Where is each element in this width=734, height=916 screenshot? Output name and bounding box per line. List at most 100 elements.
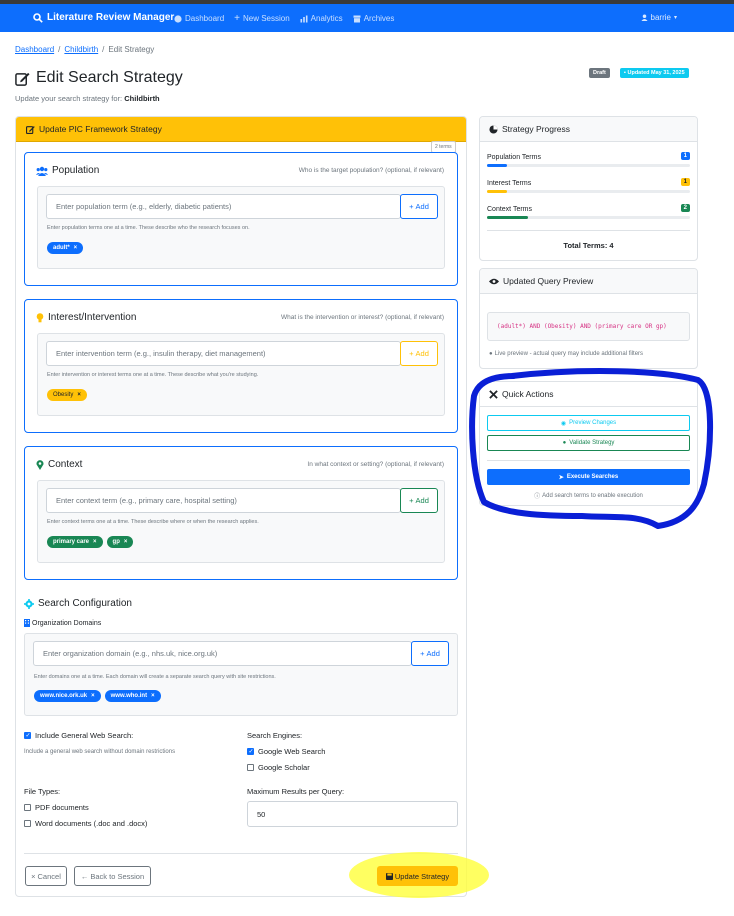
preview-changes-label: Preview Changes xyxy=(569,420,617,426)
preview-changes-button[interactable]: ◉ Preview Changes xyxy=(487,415,690,431)
term-chip: Obesity × xyxy=(47,389,87,401)
gear-icon xyxy=(24,598,34,609)
user-name: barrie xyxy=(650,13,671,22)
add-domain-button[interactable]: + Add xyxy=(411,641,449,666)
plus-icon: + xyxy=(234,13,240,24)
term-chip-label: adult* xyxy=(53,245,70,251)
validate-strategy-button[interactable]: ● Validate Strategy xyxy=(487,435,690,451)
checkbox-unchecked[interactable] xyxy=(24,804,31,811)
nav-archives[interactable]: Archives xyxy=(353,13,394,24)
file-types-label: File Types: xyxy=(24,787,61,796)
quick-actions-divider xyxy=(487,460,690,461)
org-domain-help: Enter domains one at a time. Each domain… xyxy=(34,674,276,680)
term-chip: gp × xyxy=(106,536,134,548)
brand-label: Literature Review Manager xyxy=(47,12,175,23)
eye-icon: ◉ xyxy=(560,420,567,427)
add-context-button[interactable]: + Add xyxy=(400,488,438,513)
general-web-checkbox[interactable]: Include General Web Search: xyxy=(24,731,133,740)
progress-track xyxy=(487,216,690,219)
engine-google-scholar[interactable]: Google Scholar xyxy=(247,763,310,772)
term-chip-label: Obesity xyxy=(53,392,74,398)
cancel-label: Cancel xyxy=(37,871,61,881)
population-hint: Who is the target population? (optional,… xyxy=(298,167,444,174)
checkbox-unchecked[interactable] xyxy=(24,820,31,827)
progress-divider xyxy=(487,230,690,231)
close-icon: × xyxy=(31,871,36,881)
subtitle-topic: Childbirth xyxy=(124,94,160,103)
progress-header: Strategy Progress xyxy=(480,117,697,142)
remove-icon[interactable]: × xyxy=(77,392,81,398)
eye-icon xyxy=(489,278,499,284)
execute-searches-button[interactable]: ➤ Execute Searches xyxy=(487,469,690,485)
interest-hint: What is the intervention or interest? (o… xyxy=(281,314,444,321)
remove-icon[interactable]: × xyxy=(93,539,97,545)
nav-new-session-label: New Session xyxy=(242,14,290,23)
progress-context: Context Terms 2 xyxy=(487,204,690,219)
nav-analytics[interactable]: Analytics xyxy=(300,13,343,24)
user-menu[interactable]: barrie ▾ xyxy=(640,13,677,22)
page-title-text: Edit Search Strategy xyxy=(36,69,183,86)
lightbulb-icon xyxy=(36,312,44,322)
breadcrumb-childbirth[interactable]: Childbirth xyxy=(64,45,98,54)
max-results-input[interactable]: 50 xyxy=(247,801,458,827)
engine-google-web[interactable]: Google Web Search xyxy=(247,747,325,756)
update-strategy-button[interactable]: Update Strategy xyxy=(377,866,458,886)
add-population-button[interactable]: + Add xyxy=(400,194,438,219)
org-domains-label-text: Organization Domains xyxy=(32,619,102,627)
general-web-help: Include a general web search without dom… xyxy=(24,749,176,755)
back-to-session-button[interactable]: ← Back to Session xyxy=(74,866,151,886)
progress-count-badge: 1 xyxy=(680,152,690,160)
interest-input[interactable]: Enter intervention term (e.g., insulin t… xyxy=(46,341,401,366)
quick-actions-header: Quick Actions xyxy=(480,382,697,407)
term-chip: primary care × xyxy=(47,536,103,548)
chevron-down-icon: ▾ xyxy=(673,15,677,21)
org-domain-input[interactable]: Enter organization domain (e.g., nhs.uk,… xyxy=(33,641,412,666)
query-note-text: Live preview - actual query may include … xyxy=(494,351,644,357)
nav-dashboard[interactable]: Dashboard xyxy=(174,13,224,24)
progress-label: Population Terms xyxy=(487,154,541,161)
calendar-icon: ▪ xyxy=(624,70,626,76)
save-icon xyxy=(385,872,393,880)
progress-fill xyxy=(487,190,508,193)
cancel-button[interactable]: × Cancel xyxy=(25,866,67,886)
validate-strategy-label: Validate Strategy xyxy=(569,440,615,446)
execute-note-text: Add search terms to enable execution xyxy=(542,492,643,499)
nav-new-session[interactable]: + New Session xyxy=(234,13,290,24)
breadcrumb-dashboard[interactable]: Dashboard xyxy=(15,45,54,54)
progress-count-badge: 1 xyxy=(680,178,690,186)
edit-icon xyxy=(26,125,35,134)
page-title: Edit Search Strategy xyxy=(15,69,183,87)
filetype-pdf[interactable]: PDF documents xyxy=(24,803,89,812)
filetype-word[interactable]: Word documents (.doc and .docx) xyxy=(24,819,147,828)
navbar: Literature Review Manager Dashboard + Ne… xyxy=(0,4,734,32)
population-input[interactable]: Enter population term (e.g., elderly, di… xyxy=(46,194,401,219)
quick-actions-card: Quick Actions ◉ Preview Changes ● Valida… xyxy=(479,381,698,506)
remove-icon[interactable]: × xyxy=(151,693,155,699)
execute-searches-label: Execute Searches xyxy=(566,474,619,480)
progress-track xyxy=(487,164,690,167)
pie-chart-icon xyxy=(489,124,498,134)
form-header-title: Update PIC Framework Strategy xyxy=(39,124,162,134)
add-population-label: Add xyxy=(415,202,429,211)
checkbox-unchecked[interactable] xyxy=(247,764,254,771)
population-heading: Population xyxy=(36,165,99,176)
checkbox-checked[interactable] xyxy=(247,748,254,755)
status-badge: Draft xyxy=(589,68,610,78)
brand-link[interactable]: Literature Review Manager xyxy=(33,12,174,23)
progress-fill xyxy=(487,216,528,219)
domain-chip: www.who.int × xyxy=(104,690,161,702)
plus-icon: + xyxy=(420,649,425,658)
remove-icon[interactable]: × xyxy=(74,245,78,251)
term-chip-label: gp xyxy=(112,539,120,545)
remove-icon[interactable]: × xyxy=(124,539,128,545)
checkbox-checked[interactable] xyxy=(24,732,31,739)
add-interest-label: Add xyxy=(415,349,429,358)
context-input[interactable]: Enter context term (e.g., primary care, … xyxy=(46,488,401,513)
form-header: Update PIC Framework Strategy xyxy=(16,117,466,142)
population-title: Population xyxy=(52,165,100,176)
org-domains-panel: Enter organization domain (e.g., nhs.uk,… xyxy=(24,633,458,716)
check-circle-icon: ● xyxy=(562,440,567,446)
progress-count-badge: 2 xyxy=(680,204,690,212)
remove-icon[interactable]: × xyxy=(91,693,95,699)
add-interest-button[interactable]: + Add xyxy=(400,341,438,366)
